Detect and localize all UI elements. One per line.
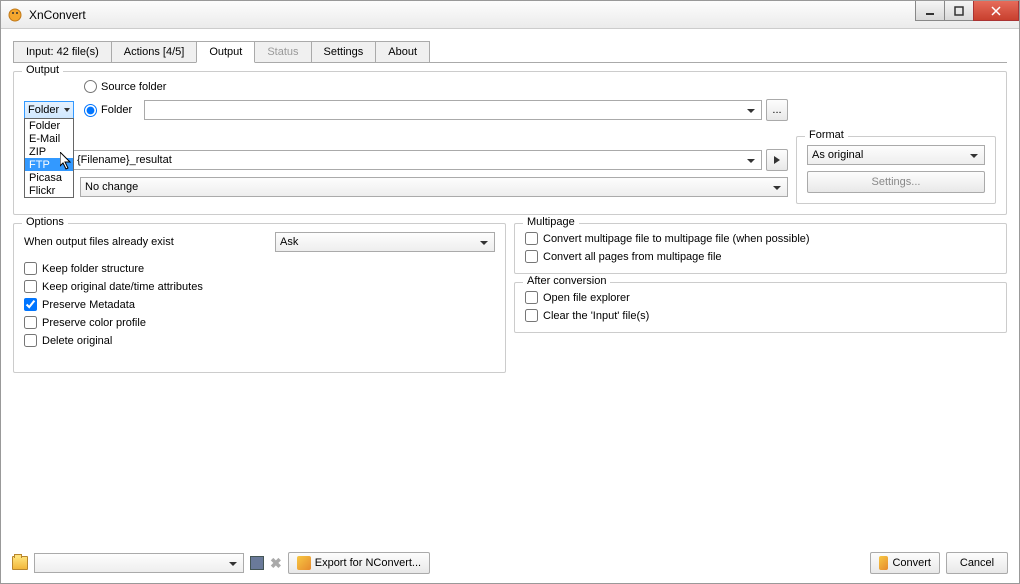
keep-date-checkbox[interactable]: [24, 280, 37, 293]
export-icon: [297, 556, 311, 570]
window-controls: [916, 1, 1019, 21]
dropdown-selected: Folder: [28, 104, 59, 116]
preserve-meta-checkbox[interactable]: [24, 298, 37, 311]
source-folder-radio[interactable]: [84, 80, 97, 93]
bottombar: ✖ Export for NConvert... Convert Cancel: [12, 552, 1008, 574]
tabstrip: Input: 42 file(s) Actions [4/5] Output S…: [13, 41, 1007, 63]
options-legend: Options: [22, 216, 68, 228]
case-combo[interactable]: No change: [80, 177, 788, 197]
when-exist-value: Ask: [280, 236, 298, 248]
preserve-color-checkbox[interactable]: [24, 316, 37, 329]
dropdown-option-flickr[interactable]: Flickr: [25, 184, 73, 197]
convert-all-checkbox[interactable]: [525, 250, 538, 263]
browse-button[interactable]: ...: [766, 99, 788, 121]
titlebar: XnConvert: [1, 1, 1019, 29]
tab-input[interactable]: Input: 42 file(s): [13, 41, 112, 62]
convert-mp-checkbox[interactable]: [525, 232, 538, 245]
delete-orig-label: Delete original: [42, 335, 112, 347]
dropdown-option-zip[interactable]: ZIP: [25, 145, 73, 158]
tab-about[interactable]: About: [375, 41, 430, 62]
open-explorer-label: Open file explorer: [543, 292, 630, 304]
after-group: After conversion Open file explorer Clea…: [514, 282, 1007, 333]
folder-path-combo[interactable]: [144, 100, 762, 120]
preserve-color-label: Preserve color profile: [42, 317, 146, 329]
output-group: Output Source folder Folder Folder: [13, 71, 1007, 215]
maximize-button[interactable]: [944, 1, 974, 21]
delete-icon[interactable]: ✖: [270, 555, 282, 572]
when-exist-label: When output files already exist: [24, 236, 267, 248]
case-value: No change: [85, 181, 138, 193]
close-button[interactable]: [973, 1, 1019, 21]
preset-combo[interactable]: [34, 553, 244, 573]
folder-radio[interactable]: [84, 104, 97, 117]
dropdown-option-folder[interactable]: Folder: [25, 119, 73, 132]
clear-input-label: Clear the 'Input' file(s): [543, 310, 649, 322]
after-legend: After conversion: [523, 275, 610, 287]
format-value: As original: [812, 149, 863, 161]
format-settings-button[interactable]: Settings...: [807, 171, 985, 193]
output-legend: Output: [22, 64, 63, 76]
dropdown-list: Folder E-Mail ZIP FTP Picasa Flickr: [24, 118, 74, 198]
tab-output[interactable]: Output: [196, 41, 255, 63]
clear-input-checkbox[interactable]: [525, 309, 538, 322]
cancel-button[interactable]: Cancel: [946, 552, 1008, 574]
tab-settings[interactable]: Settings: [311, 41, 377, 62]
multipage-legend: Multipage: [523, 216, 579, 228]
keep-folder-checkbox[interactable]: [24, 262, 37, 275]
filename-value: {Filename}_resultat: [77, 154, 172, 166]
tab-actions[interactable]: Actions [4/5]: [111, 41, 198, 62]
convert-icon: [879, 556, 888, 570]
minimize-button[interactable]: [915, 1, 945, 21]
open-explorer-checkbox[interactable]: [525, 291, 538, 304]
when-exist-combo[interactable]: Ask: [275, 232, 495, 252]
options-group: Options When output files already exist …: [13, 223, 506, 373]
multipage-group: Multipage Convert multipage file to mult…: [514, 223, 1007, 274]
open-folder-icon[interactable]: [12, 556, 28, 570]
tab-status[interactable]: Status: [254, 41, 311, 62]
save-icon[interactable]: [250, 556, 264, 570]
filename-combo[interactable]: {Filename}_resultat: [72, 150, 762, 170]
content: Output Source folder Folder Folder: [13, 63, 1007, 381]
preserve-meta-label: Preserve Metadata: [42, 299, 135, 311]
convert-button[interactable]: Convert: [870, 552, 940, 574]
export-button[interactable]: Export for NConvert...: [288, 552, 430, 574]
keep-folder-label: Keep folder structure: [42, 263, 144, 275]
filename-play-button[interactable]: [766, 149, 788, 171]
format-legend: Format: [805, 129, 848, 141]
output-type-dropdown[interactable]: Folder Folder E-Mail ZIP FTP Picasa Flic…: [24, 101, 74, 119]
app-icon: [7, 7, 23, 23]
dropdown-option-picasa[interactable]: Picasa: [25, 171, 73, 184]
format-combo[interactable]: As original: [807, 145, 985, 165]
keep-date-label: Keep original date/time attributes: [42, 281, 203, 293]
app-title: XnConvert: [29, 8, 86, 22]
convert-all-label: Convert all pages from multipage file: [543, 251, 722, 263]
dropdown-option-email[interactable]: E-Mail: [25, 132, 73, 145]
dropdown-option-ftp[interactable]: FTP: [25, 158, 73, 171]
folder-radio-label: Folder: [101, 104, 132, 116]
convert-mp-label: Convert multipage file to multipage file…: [543, 233, 810, 245]
source-folder-label: Source folder: [101, 81, 166, 93]
chevron-down-icon: [64, 108, 70, 112]
format-group: Format As original Settings...: [796, 136, 996, 204]
delete-orig-checkbox[interactable]: [24, 334, 37, 347]
